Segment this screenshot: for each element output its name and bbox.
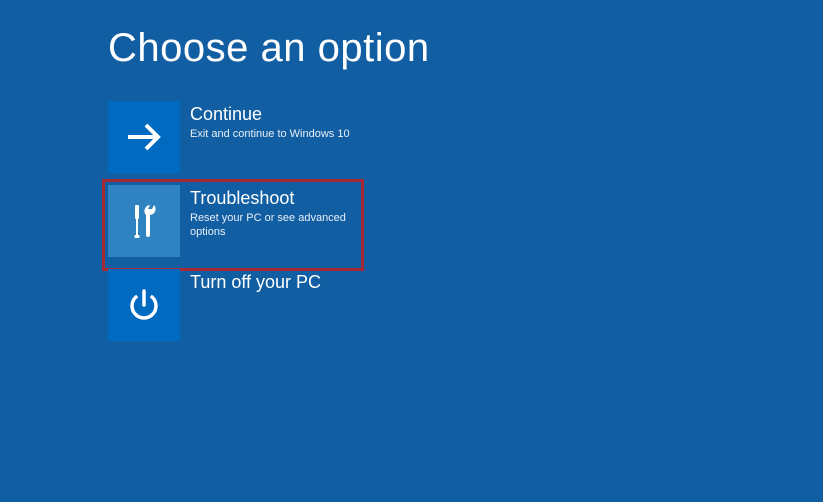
continue-subtitle: Exit and continue to Windows 10 xyxy=(190,127,350,141)
turnoff-option[interactable]: Turn off your PC xyxy=(108,269,368,341)
tools-icon xyxy=(108,185,180,257)
continue-title: Continue xyxy=(190,103,350,125)
troubleshoot-subtitle: Reset your PC or see advanced options xyxy=(190,211,368,239)
troubleshoot-title: Troubleshoot xyxy=(190,187,368,209)
arrow-right-icon xyxy=(108,101,180,173)
options-list: Continue Exit and continue to Windows 10… xyxy=(108,101,823,341)
continue-option[interactable]: Continue Exit and continue to Windows 10 xyxy=(108,101,368,173)
troubleshoot-option[interactable]: Troubleshoot Reset your PC or see advanc… xyxy=(108,185,368,257)
power-icon xyxy=(108,269,180,341)
turnoff-title: Turn off your PC xyxy=(190,271,321,293)
page-title: Choose an option xyxy=(108,26,823,71)
